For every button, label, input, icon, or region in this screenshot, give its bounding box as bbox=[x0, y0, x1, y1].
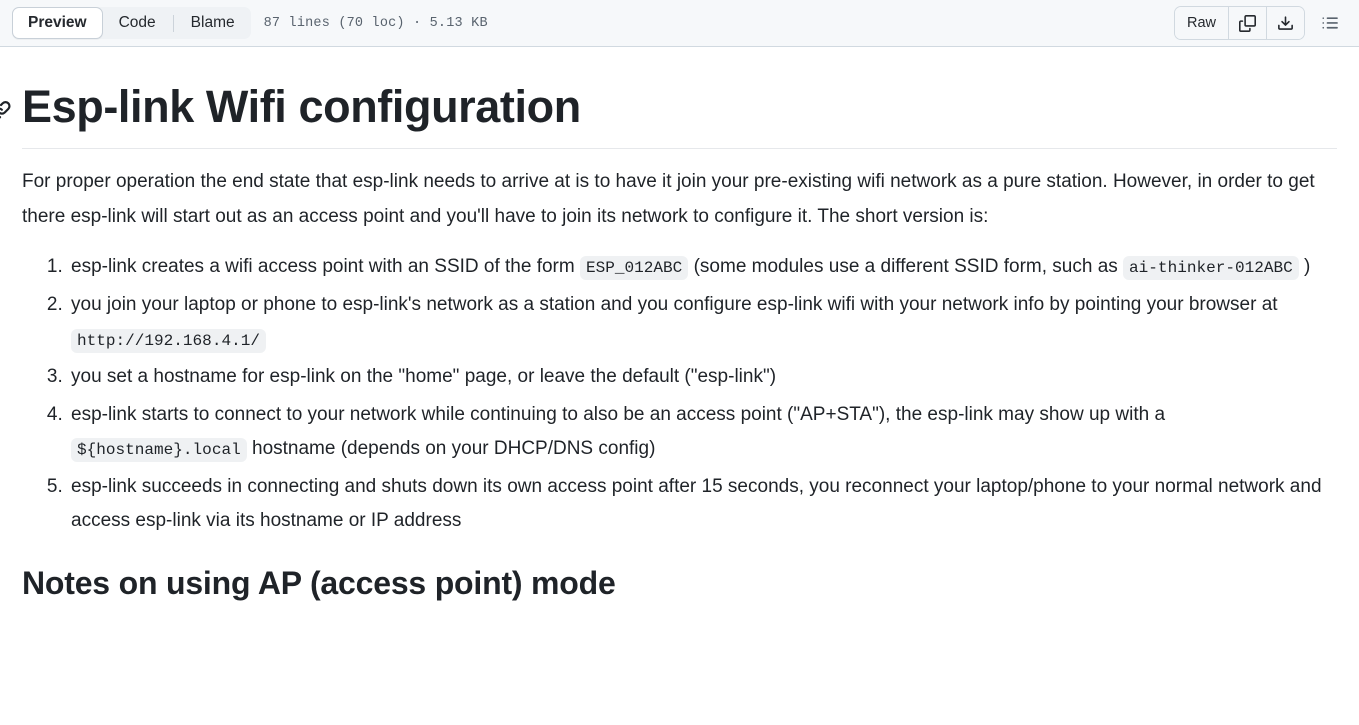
download-icon[interactable] bbox=[1266, 7, 1304, 39]
list-item: you join your laptop or phone to esp-lin… bbox=[68, 288, 1337, 357]
tab-preview[interactable]: Preview bbox=[12, 7, 103, 39]
steps-list: esp-link creates a wifi access point wit… bbox=[22, 250, 1337, 539]
section-heading: Notes on using AP (access point) mode bbox=[22, 565, 616, 602]
tab-code[interactable]: Code bbox=[103, 7, 172, 39]
file-action-button-group[interactable]: Raw bbox=[1173, 6, 1305, 40]
inline-code: http://192.168.4.1/ bbox=[71, 328, 266, 353]
markdown-body: Esp-link Wifi configuration For proper o… bbox=[0, 47, 1337, 613]
outline-list-icon[interactable] bbox=[1315, 8, 1345, 38]
raw-button[interactable]: Raw bbox=[1174, 7, 1228, 39]
view-mode-segmented-control[interactable]: Preview Code Blame bbox=[12, 7, 251, 39]
inline-code: ai-thinker-012ABC bbox=[1123, 256, 1299, 281]
inline-code: ${hostname}.local bbox=[71, 438, 247, 463]
file-meta-info: 87 lines (70 loc) · 5.13 KB bbox=[263, 15, 488, 31]
markdown-preview-pane: Esp-link Wifi configuration For proper o… bbox=[0, 47, 1359, 613]
tab-divider bbox=[172, 14, 174, 32]
inline-code: ESP_012ABC bbox=[580, 256, 689, 281]
tab-blame[interactable]: Blame bbox=[175, 7, 251, 39]
page-title: Esp-link Wifi configuration bbox=[0, 79, 1337, 150]
link-anchor-icon[interactable] bbox=[0, 99, 12, 123]
toolbar-actions: Raw bbox=[1173, 6, 1345, 40]
list-item: esp-link succeeds in connecting and shut… bbox=[68, 470, 1337, 539]
page-title-text: Esp-link Wifi configuration bbox=[22, 81, 581, 132]
intro-paragraph: For proper operation the end state that … bbox=[22, 171, 1315, 227]
list-item: esp-link creates a wifi access point wit… bbox=[68, 250, 1337, 285]
file-toolbar: Preview Code Blame 87 lines (70 loc) · 5… bbox=[0, 0, 1359, 47]
list-item: you set a hostname for esp-link on the "… bbox=[68, 360, 1337, 395]
copy-icon[interactable] bbox=[1228, 7, 1266, 39]
list-item: esp-link starts to connect to your netwo… bbox=[68, 398, 1337, 467]
